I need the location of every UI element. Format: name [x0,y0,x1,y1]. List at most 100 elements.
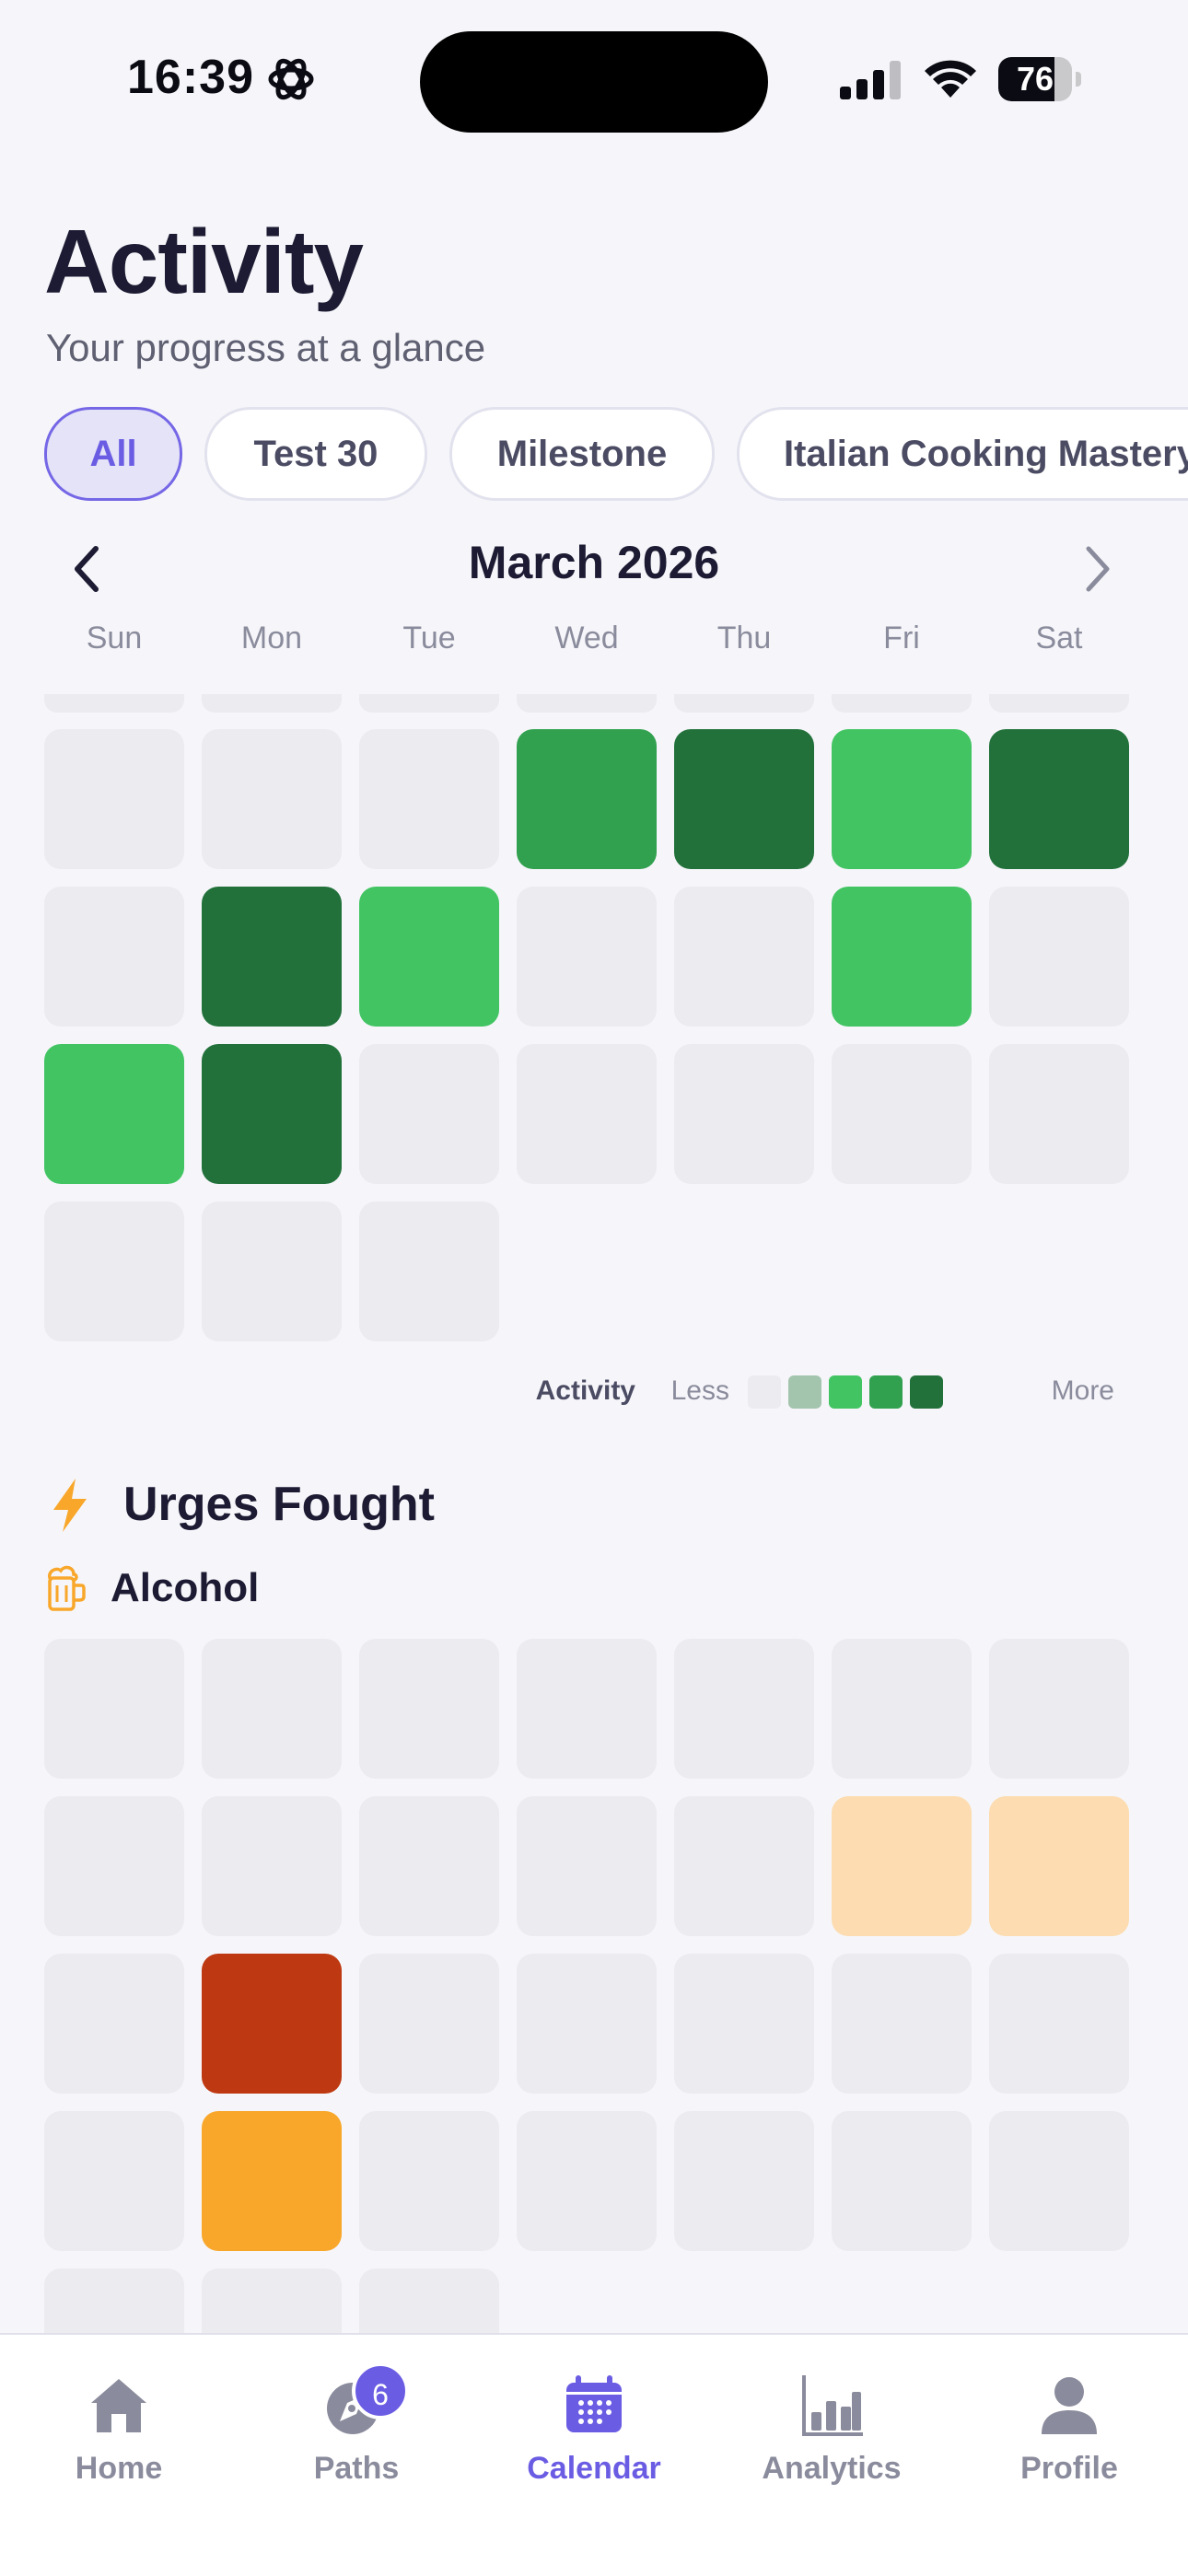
bar-chart-icon [802,2375,863,2436]
calendar-cell-partial [832,694,972,713]
calendar-cell-partial [674,694,814,713]
calendar-cell-partial [202,2269,342,2333]
lightning-bolt-icon [53,1479,87,1532]
paths-badge: 6 [352,2362,409,2419]
urge-day-cell[interactable] [674,1796,814,1936]
urge-day-cell[interactable] [989,1954,1129,2094]
filter-chip-italian-cooking-mastery[interactable]: Italian Cooking Mastery [737,407,1188,501]
activity-day-cell[interactable] [989,729,1129,869]
urge-day-cell[interactable] [674,1639,814,1779]
calendar-cell-partial [44,694,184,713]
activity-day-cell[interactable] [674,1044,814,1184]
activity-day-cell[interactable] [517,1044,657,1184]
legend-more-label: More [1051,1375,1114,1406]
filter-chips: All Test 30 Milestone Italian Cooking Maste… [44,407,1188,501]
activity-day-cell[interactable] [44,1201,184,1341]
urge-day-cell[interactable] [202,1954,342,2094]
urge-day-cell[interactable] [989,1639,1129,1779]
weekday-label: Sun [86,621,143,656]
urge-day-cell[interactable] [44,1639,184,1779]
activity-day-cell[interactable] [202,729,342,869]
urge-day-cell[interactable] [674,1954,814,2094]
activity-day-cell[interactable] [517,887,657,1027]
activity-day-cell[interactable] [44,729,184,869]
activity-day-cell[interactable] [359,729,499,869]
next-month-button[interactable] [1077,543,1118,595]
urge-day-cell[interactable] [517,1639,657,1779]
weekday-label: Fri [883,621,920,656]
urge-day-cell[interactable] [832,1954,972,2094]
dynamic-island [420,31,768,133]
person-icon [1042,2377,1097,2434]
tab-home[interactable]: Home [0,2372,238,2487]
urge-day-cell[interactable] [44,1796,184,1936]
gear-icon [268,58,314,100]
urge-day-cell[interactable] [989,2111,1129,2251]
tab-label: Analytics [762,2451,902,2486]
status-time: 16:39 [127,51,254,104]
urge-day-cell[interactable] [517,1796,657,1936]
urge-day-cell[interactable] [202,1639,342,1779]
activity-day-cell[interactable] [832,1044,972,1184]
urge-day-cell[interactable] [674,2111,814,2251]
legend-swatch [829,1375,862,1409]
legend-swatch [910,1375,943,1409]
weekday-header: Sun Mon Tue Wed Thu Fri Sat [44,621,1131,667]
urge-day-cell[interactable] [202,2111,342,2251]
urge-day-cell[interactable] [44,1954,184,2094]
page-title: Activity [44,211,364,312]
activity-day-cell[interactable] [44,1044,184,1184]
urge-day-cell[interactable] [359,1796,499,1936]
activity-day-cell[interactable] [359,887,499,1027]
activity-day-cell[interactable] [359,1044,499,1184]
urge-day-cell[interactable] [44,2111,184,2251]
activity-day-cell[interactable] [832,729,972,869]
calendar-cell-partial [517,694,657,713]
urge-day-cell[interactable] [517,1954,657,2094]
activity-day-cell[interactable] [202,1201,342,1341]
urge-day-cell[interactable] [359,2111,499,2251]
beer-mug-icon [48,1565,86,1611]
activity-day-cell[interactable] [359,1201,499,1341]
page-subtitle: Your progress at a glance [46,326,486,369]
activity-day-cell[interactable] [989,1044,1129,1184]
filter-chip-all[interactable]: All [44,407,182,501]
urge-day-cell[interactable] [832,1796,972,1936]
urge-day-cell[interactable] [359,1639,499,1779]
activity-day-cell[interactable] [202,887,342,1027]
filter-chip-milestone[interactable]: Milestone [449,407,715,501]
weekday-label: Thu [716,621,772,656]
urges-section-title: Urges Fought [123,1478,435,1531]
urge-day-cell[interactable] [517,2111,657,2251]
calendar-cell-partial [202,694,342,713]
activity-day-cell[interactable] [832,887,972,1027]
calendar-cell-partial [989,694,1129,713]
activity-legend: Activity Less More [0,1372,1114,1418]
weekday-label: Sat [1035,621,1083,656]
tab-label: Paths [313,2451,400,2486]
activity-day-cell[interactable] [674,887,814,1027]
urge-day-cell[interactable] [359,1954,499,2094]
activity-day-cell[interactable] [202,1044,342,1184]
weekday-label: Mon [240,621,303,656]
tab-analytics[interactable]: Analytics [713,2372,950,2487]
urge-day-cell[interactable] [832,2111,972,2251]
weekday-label: Tue [402,621,456,656]
tab-profile[interactable]: Profile [950,2372,1188,2487]
urge-day-cell[interactable] [202,1796,342,1936]
tab-label: Home [75,2451,163,2486]
urge-day-cell[interactable] [989,1796,1129,1936]
filter-chip-test-30[interactable]: Test 30 [204,407,427,501]
status-bar: 16:39 76 [0,0,1188,157]
activity-day-cell[interactable] [44,887,184,1027]
tab-calendar[interactable]: Calendar [475,2372,713,2487]
tab-label: Calendar [527,2451,661,2486]
tab-label: Profile [1020,2451,1118,2486]
legend-swatch [788,1375,821,1409]
activity-day-cell[interactable] [517,729,657,869]
activity-day-cell[interactable] [989,887,1129,1027]
urge-day-cell[interactable] [832,1639,972,1779]
home-icon [91,2379,146,2432]
calendar-cell-partial [359,2269,499,2333]
activity-day-cell[interactable] [674,729,814,869]
